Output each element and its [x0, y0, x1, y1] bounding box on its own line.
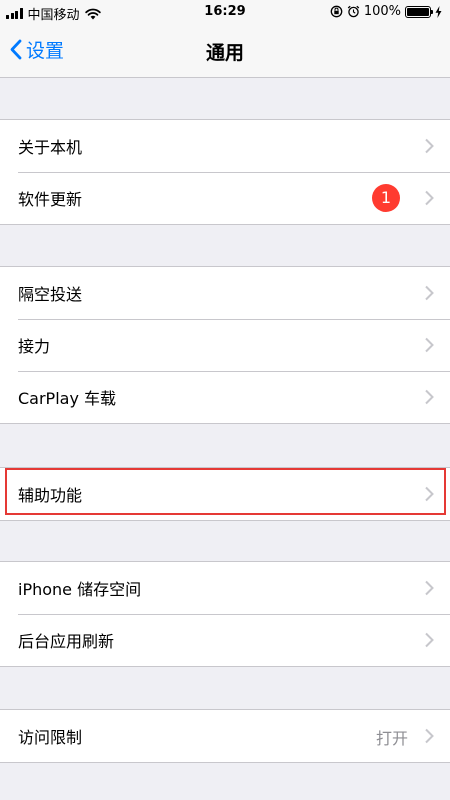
battery-fill [407, 7, 429, 16]
settings-group-about: 关于本机 软件更新 1 [0, 119, 450, 225]
row-label: 隔空投送 [18, 285, 83, 304]
battery-percent: 100% [363, 4, 401, 19]
status-bar: 中国移动 16:29 100% [0, 0, 450, 24]
chevron-right-icon [425, 389, 434, 405]
settings-group-connectivity: 隔空投送 接力 CarPlay 车载 [0, 266, 450, 424]
row-airdrop[interactable]: 隔空投送 [0, 267, 450, 319]
row-handoff[interactable]: 接力 [0, 319, 450, 371]
row-label: CarPlay 车载 [18, 389, 117, 408]
row-accessibility[interactable]: 辅助功能 [0, 468, 450, 520]
row-carplay[interactable]: CarPlay 车载 [0, 371, 450, 423]
row-iphone-storage[interactable]: iPhone 储存空间 [0, 562, 450, 614]
row-label: iPhone 储存空间 [18, 580, 142, 599]
chevron-right-icon [425, 632, 434, 648]
update-badge: 1 [372, 184, 400, 212]
page-title: 通用 [205, 42, 244, 64]
chevron-right-icon [425, 728, 434, 744]
row-label: 接力 [18, 337, 51, 356]
restrictions-value: 打开 [375, 729, 408, 748]
chevron-right-icon [425, 580, 434, 596]
row-about[interactable]: 关于本机 [0, 120, 450, 172]
status-right: 100% [330, 4, 442, 19]
row-software-update[interactable]: 软件更新 1 [0, 172, 450, 224]
chevron-right-icon [425, 190, 434, 206]
chevron-right-icon [425, 138, 434, 154]
settings-group-storage: iPhone 储存空间 后台应用刷新 [0, 561, 450, 667]
row-label: 后台应用刷新 [18, 632, 115, 651]
charging-icon [435, 5, 442, 18]
orientation-lock-icon [330, 5, 343, 18]
navigation-bar: 设置 通用 [0, 24, 450, 78]
battery-icon [405, 5, 433, 18]
chevron-right-icon [425, 337, 434, 353]
chevron-right-icon [425, 486, 434, 502]
alarm-icon [347, 5, 360, 18]
row-restrictions[interactable]: 访问限制 打开 [0, 710, 450, 762]
chevron-right-icon [425, 285, 434, 301]
row-label: 辅助功能 [18, 486, 83, 505]
row-background-refresh[interactable]: 后台应用刷新 [0, 614, 450, 666]
settings-group-restrictions: 访问限制 打开 [0, 709, 450, 763]
settings-group-accessibility: 辅助功能 [0, 467, 450, 521]
row-label: 关于本机 [18, 138, 83, 157]
